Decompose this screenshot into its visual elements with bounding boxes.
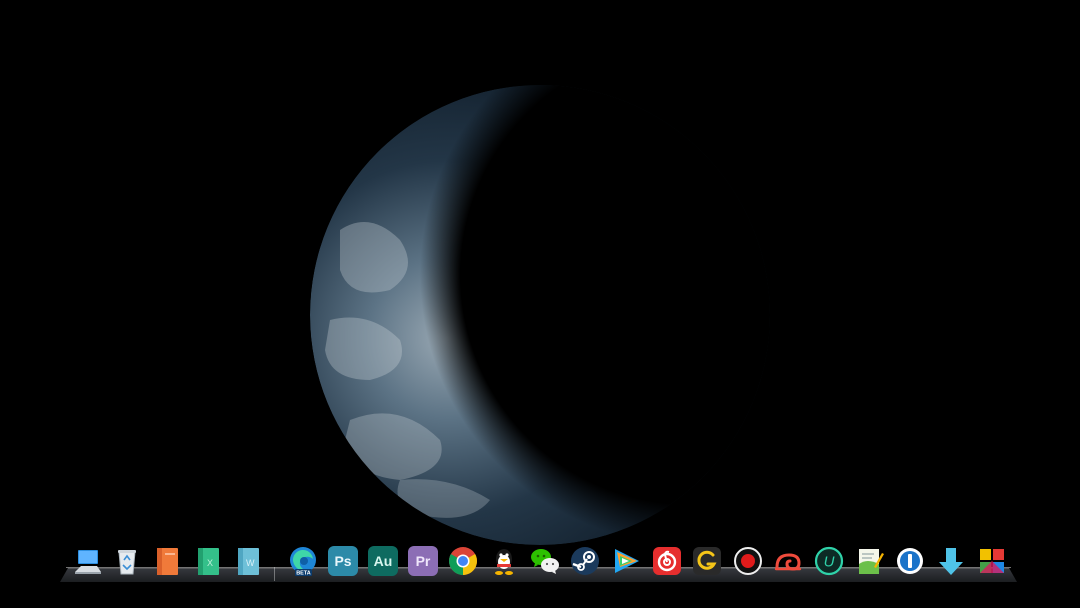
u-circle-icon: U xyxy=(814,546,844,576)
photoshop-icon: Ps xyxy=(328,546,358,576)
dock-item-wechat[interactable] xyxy=(528,544,562,578)
dock-item-this-pc[interactable] xyxy=(71,544,105,578)
wechat-icon xyxy=(531,549,559,574)
dock-item-audition[interactable]: Au xyxy=(366,544,400,578)
snail-icon xyxy=(774,553,802,571)
dock-item-photoshop[interactable]: Ps xyxy=(326,544,360,578)
dock-item-qq[interactable] xyxy=(487,544,521,578)
dock-item-tencent-video[interactable] xyxy=(609,544,643,578)
dock-item-premiere[interactable]: Pr xyxy=(406,544,440,578)
g-logo-icon xyxy=(693,547,721,575)
dock-item-app-g[interactable] xyxy=(690,544,724,578)
dock-item-notepad[interactable] xyxy=(853,544,887,578)
desktop-wallpaper xyxy=(0,0,1080,608)
notepad-icon xyxy=(859,549,884,574)
premiere-icon: Pr xyxy=(408,546,438,576)
dock-item-word[interactable]: W xyxy=(231,544,265,578)
dock-item-snail-app[interactable] xyxy=(772,544,806,578)
chrome-icon xyxy=(449,547,477,575)
netease-music-icon xyxy=(653,547,681,575)
download-arrow-icon xyxy=(939,548,963,575)
dock-item-recycle-bin[interactable] xyxy=(110,544,144,578)
dock-item-excel[interactable]: X xyxy=(191,544,225,578)
premiere-label: Pr xyxy=(415,553,431,569)
dock-item-netease-music[interactable] xyxy=(650,544,684,578)
dock-item-steam[interactable] xyxy=(568,544,602,578)
edge-beta-badge: BETA xyxy=(296,571,311,577)
dock-item-one-password[interactable]: 1 xyxy=(893,544,927,578)
u-app-label: U xyxy=(824,554,835,571)
record-icon xyxy=(734,547,762,575)
dock-item-edge-beta[interactable]: BETA xyxy=(286,544,320,578)
dock-item-powerpoint[interactable] xyxy=(150,544,184,578)
powerpoint-book-icon xyxy=(157,548,178,575)
tencent-video-icon xyxy=(615,549,639,573)
dock-item-chrome[interactable] xyxy=(446,544,480,578)
recycle-bin-icon xyxy=(118,550,136,575)
qq-penguin-icon xyxy=(495,549,513,575)
edge-beta-icon: BETA xyxy=(290,547,316,577)
computer-icon xyxy=(75,550,101,574)
dock: X W BETA Ps Au Pr U 1 xyxy=(0,544,1080,584)
dock-item-downloader[interactable] xyxy=(934,544,968,578)
1password-icon: 1 xyxy=(897,548,923,574)
dock-item-tile-app[interactable] xyxy=(975,544,1009,578)
audition-label: Au xyxy=(373,553,393,569)
dock-item-screen-recorder[interactable] xyxy=(731,544,765,578)
word-book-icon: W xyxy=(238,548,259,575)
svg-text:W: W xyxy=(246,558,255,568)
excel-book-icon: X xyxy=(198,548,219,575)
steam-icon xyxy=(571,547,599,575)
photoshop-label: Ps xyxy=(334,553,352,569)
svg-text:X: X xyxy=(207,558,213,568)
dock-item-u-app[interactable]: U xyxy=(812,544,846,578)
colored-tiles-icon xyxy=(980,549,1004,573)
audition-icon: Au xyxy=(368,546,398,576)
